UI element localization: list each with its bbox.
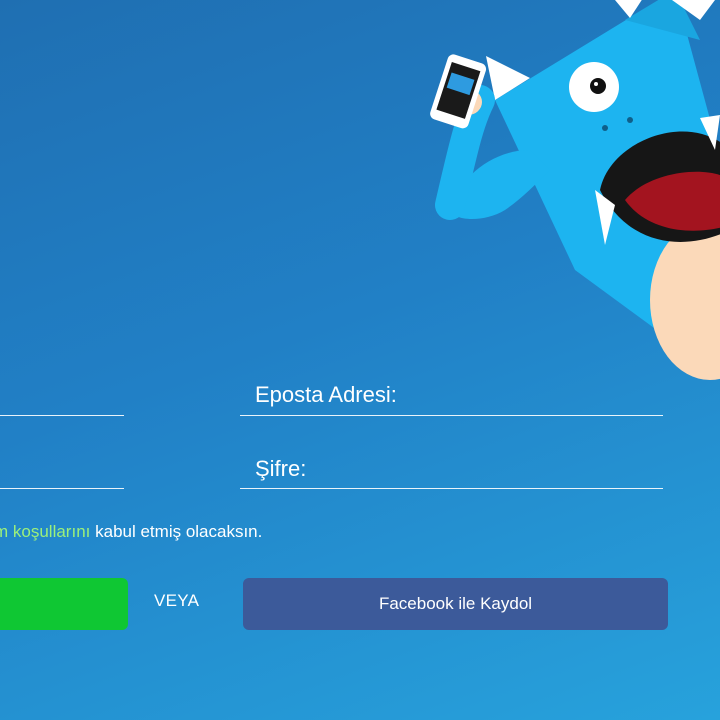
email-field-underline bbox=[240, 415, 663, 416]
monster-eye bbox=[569, 62, 619, 112]
last-name-input[interactable] bbox=[0, 455, 124, 487]
terms-link[interactable]: m koşullarını bbox=[0, 522, 90, 541]
password-input[interactable] bbox=[320, 455, 664, 487]
first-name-input[interactable] bbox=[0, 382, 124, 414]
left-password-field-underline[interactable] bbox=[0, 488, 124, 489]
terms-text: m koşullarını kabul etmiş olacaksın. bbox=[0, 522, 262, 542]
monster-mascot-illustration bbox=[430, 0, 720, 380]
facebook-signup-label: Facebook ile Kaydol bbox=[378, 594, 533, 613]
password-field-underline bbox=[240, 488, 663, 489]
first-name-field-underline[interactable] bbox=[0, 415, 124, 416]
password-label: Şifre: bbox=[255, 456, 307, 481]
email-input[interactable] bbox=[420, 382, 664, 414]
signup-button[interactable] bbox=[0, 578, 128, 630]
or-divider-text: VEYA bbox=[154, 591, 200, 610]
facebook-signup-button[interactable]: Facebook ile Kaydol bbox=[243, 578, 668, 630]
email-label: Eposta Adresi: bbox=[255, 382, 397, 407]
